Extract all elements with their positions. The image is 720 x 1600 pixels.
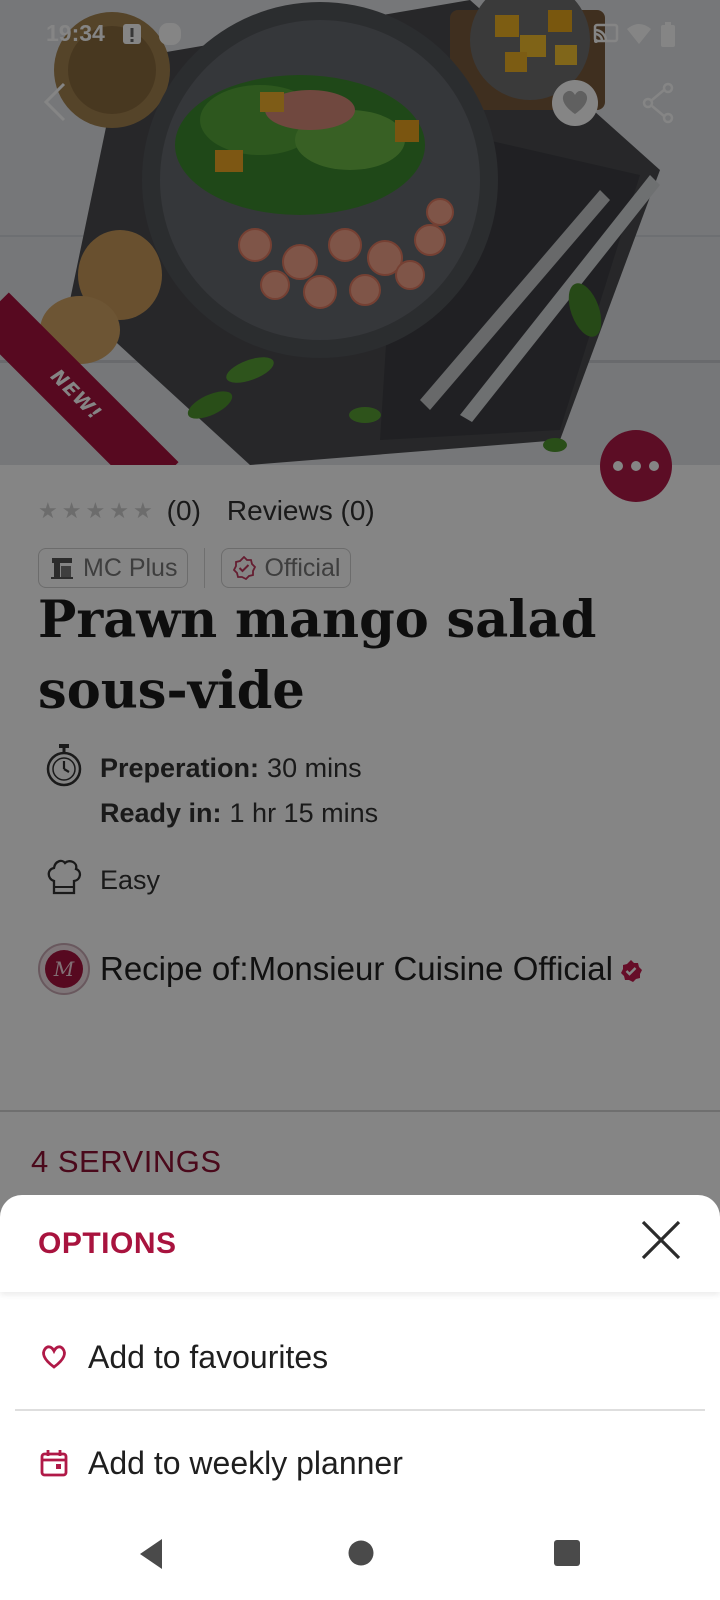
nav-home-icon[interactable]: [347, 1539, 375, 1567]
option-label: Add to favourites: [88, 1338, 329, 1375]
option-label: Add to weekly planner: [88, 1444, 403, 1481]
sheet-title: OPTIONS: [38, 1227, 177, 1260]
option-add-to-favourites[interactable]: Add to favourites: [0, 1305, 720, 1409]
sheet-header: OPTIONS: [0, 1195, 720, 1292]
heart-icon: [42, 1345, 66, 1369]
system-navigation-bar: [0, 1515, 720, 1600]
option-add-to-weekly-planner[interactable]: Add to weekly planner: [0, 1411, 720, 1515]
nav-back-icon[interactable]: [136, 1537, 166, 1571]
close-icon[interactable]: [638, 1217, 684, 1263]
calendar-icon: [40, 1450, 68, 1477]
nav-recents-icon[interactable]: [553, 1539, 581, 1567]
